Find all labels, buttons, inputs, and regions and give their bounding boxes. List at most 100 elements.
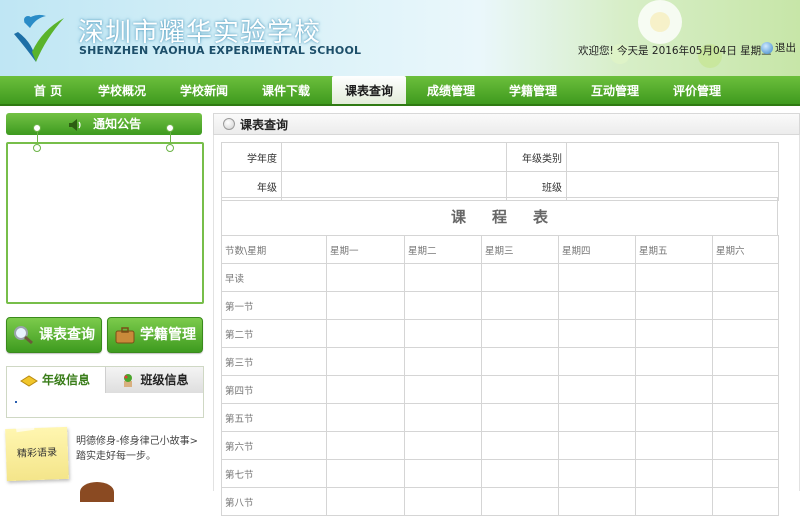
logout-icon xyxy=(761,41,773,54)
column-header: 星期五 xyxy=(635,235,713,264)
schedule-cell xyxy=(712,263,779,292)
briefcase-icon xyxy=(115,327,135,344)
table-row: 第一节 xyxy=(221,291,779,320)
logout-link[interactable]: 退出 xyxy=(761,40,796,55)
schedule-cell xyxy=(326,375,405,404)
schedule-cell xyxy=(558,459,636,488)
nav-home[interactable]: 首 页 xyxy=(14,76,82,104)
column-header: 星期二 xyxy=(404,235,482,264)
schedule-cell xyxy=(635,487,713,516)
notice-list xyxy=(6,142,204,304)
schedule-cell xyxy=(481,459,559,488)
table-row: 第七节 xyxy=(221,459,779,488)
flower-decoration xyxy=(610,0,722,68)
tab-class-label: 班级信息 xyxy=(140,373,189,387)
schedule-cell xyxy=(326,263,405,292)
schedule-cell xyxy=(635,291,713,320)
table-row: 第六节 xyxy=(221,431,779,460)
quote-sticky-note: 精彩语录 xyxy=(5,426,69,482)
schedule-cell xyxy=(635,319,713,348)
schedule-cell xyxy=(404,375,482,404)
radio-bullet-icon xyxy=(223,118,235,130)
table-row: 第五节 xyxy=(221,403,779,432)
nav-school-news[interactable]: 学校新闻 xyxy=(168,76,240,104)
schedule-cell xyxy=(635,347,713,376)
column-header: 节数\星期 xyxy=(221,235,327,264)
schedule-cell xyxy=(558,319,636,348)
quote-text[interactable]: 明德修身-修身律己小故事>踏实走好每一步。 xyxy=(76,434,198,464)
magnifier-icon xyxy=(14,326,33,345)
plant-icon xyxy=(124,374,133,387)
column-header: 星期六 xyxy=(712,235,779,264)
notebook-icon xyxy=(20,375,38,387)
schedule-cell xyxy=(404,431,482,460)
school-year-field[interactable] xyxy=(281,142,507,172)
schedule-cell xyxy=(712,319,779,348)
nav-interaction-management[interactable]: 互动管理 xyxy=(579,76,651,104)
schedule-cell xyxy=(635,459,713,488)
schedule-cell xyxy=(712,403,779,432)
table-row: 早读 xyxy=(221,263,779,292)
period-label: 第二节 xyxy=(221,319,327,348)
schedule-cell xyxy=(326,487,405,516)
schedule-cell xyxy=(481,347,559,376)
nav-courseware-download[interactable]: 课件下载 xyxy=(250,76,322,104)
schedule-cell xyxy=(712,347,779,376)
student-records-button[interactable]: 学籍管理 xyxy=(107,317,203,353)
pin-icon xyxy=(33,124,41,132)
schedule-title: 课程表 xyxy=(221,197,778,235)
nav-timetable-query[interactable]: 课表查询 xyxy=(332,76,406,104)
school-logo xyxy=(14,14,64,62)
schedule-cell xyxy=(481,487,559,516)
pin-icon xyxy=(33,144,41,152)
main-nav: 首 页 学校概况 学校新闻 课件下载 课表查询 成绩管理 学籍管理 互动管理 评… xyxy=(0,76,800,106)
schedule-cell xyxy=(481,291,559,320)
welcome-date-text: 欢迎您! 今天是 2016年05月04日 星期三 xyxy=(578,45,772,57)
column-header: 星期一 xyxy=(326,235,405,264)
schedule-cell xyxy=(558,431,636,460)
student-records-label: 学籍管理 xyxy=(140,327,196,343)
schedule-cell xyxy=(712,375,779,404)
table-row: 第八节 xyxy=(221,487,779,516)
tab-class-info[interactable]: 班级信息 xyxy=(105,367,203,393)
tab-grade-info[interactable]: 年级信息 xyxy=(7,367,103,393)
logout-label: 退出 xyxy=(775,42,796,54)
schedule-cell xyxy=(404,291,482,320)
schedule-cell xyxy=(635,431,713,460)
schedule-cell xyxy=(712,431,779,460)
header: 深圳市耀华实验学校 SHENZHEN YAOHUA EXPERIMENTAL S… xyxy=(0,0,800,76)
schedule-cell xyxy=(404,487,482,516)
schedule-cell xyxy=(558,291,636,320)
grade-type-field[interactable] xyxy=(566,142,779,172)
schedule-cell xyxy=(558,263,636,292)
school-year-label: 学年度 xyxy=(221,142,282,172)
filter-table: 学年度 年级类别 年级 班级 xyxy=(221,142,779,201)
nav-student-records[interactable]: 学籍管理 xyxy=(497,76,569,104)
nav-evaluation-management[interactable]: 评价管理 xyxy=(661,76,733,104)
nav-school-overview[interactable]: 学校概况 xyxy=(86,76,158,104)
schedule-cell xyxy=(481,403,559,432)
schedule-cell xyxy=(558,347,636,376)
schedule-cell xyxy=(326,319,405,348)
notice-title-label: 通知公告 xyxy=(93,117,142,131)
period-label: 第八节 xyxy=(221,487,327,516)
table-row: 第三节 xyxy=(221,347,779,376)
table-row: 第二节 xyxy=(221,319,779,348)
timetable-query-button[interactable]: 课表查询 xyxy=(6,317,102,353)
schedule-cell xyxy=(404,319,482,348)
schedule-cell xyxy=(326,347,405,376)
schedule-cell xyxy=(404,263,482,292)
timetable-query-label: 课表查询 xyxy=(39,327,95,343)
schedule-cell xyxy=(481,375,559,404)
schedule-cell xyxy=(558,403,636,432)
speaker-icon xyxy=(68,118,81,131)
schedule-cell xyxy=(712,487,779,516)
nav-grades-management[interactable]: 成绩管理 xyxy=(415,76,487,104)
panel-header: 课表查询 xyxy=(213,113,800,135)
table-row: 第四节 xyxy=(221,375,779,404)
period-label: 早读 xyxy=(221,263,327,292)
period-label: 第三节 xyxy=(221,347,327,376)
schedule-cell xyxy=(558,375,636,404)
schedule-cell xyxy=(635,403,713,432)
schedule-cell xyxy=(481,431,559,460)
